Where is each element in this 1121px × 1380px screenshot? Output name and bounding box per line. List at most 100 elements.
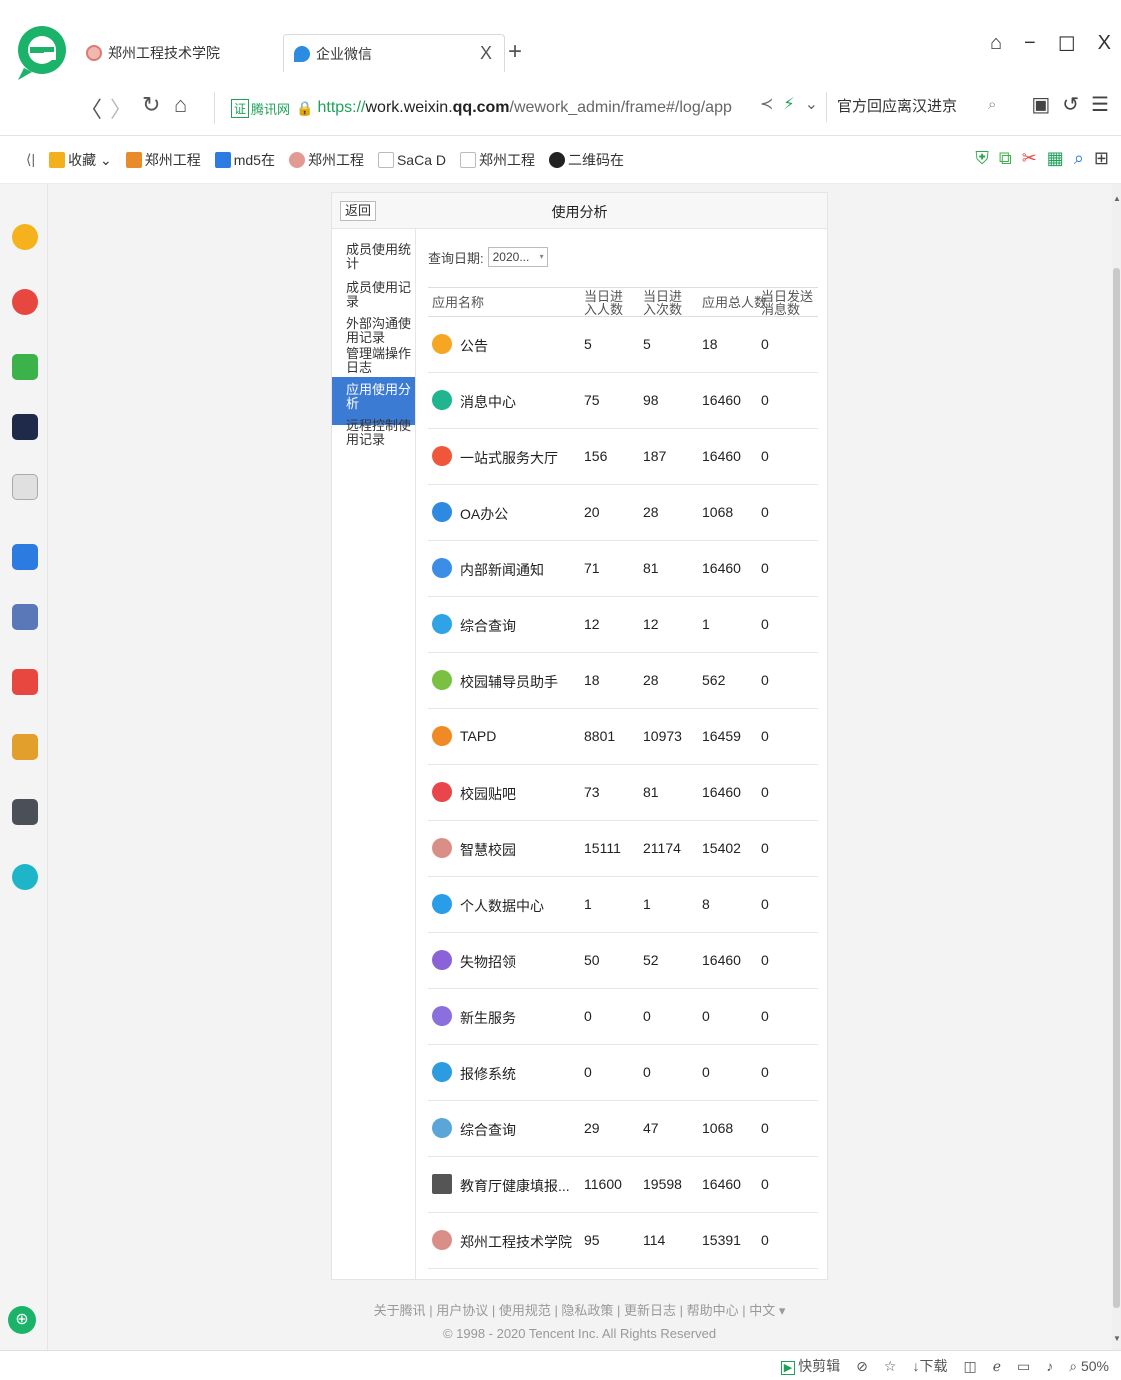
cell-total-users: 18	[702, 336, 718, 352]
table-row[interactable]: 消息中心 75 98 16460 0	[428, 373, 818, 429]
bookmark-item[interactable]: 郑州工程	[288, 150, 364, 170]
address-bar[interactable]: 证 腾讯网 🔒 https:// work.weixin. qq.com /we…	[214, 92, 824, 124]
date-select[interactable]: 2020... ▾	[487, 247, 548, 267]
download-button[interactable]: ↓下载	[912, 1356, 947, 1376]
table-row[interactable]: 报修系统 0 0 0 0	[428, 1045, 818, 1101]
bookmark-item[interactable]: 郑州工程	[125, 150, 201, 170]
table-row[interactable]: 综合查询 29 47 1068 0	[428, 1101, 818, 1157]
game-icon[interactable]: ▦	[1047, 148, 1064, 169]
scroll-up-icon[interactable]: ▲	[1113, 194, 1121, 203]
bookmark-item[interactable]: md5在	[214, 150, 275, 170]
sound-icon[interactable]: ♪	[1046, 1358, 1053, 1374]
table-row[interactable]: 校园贴吧 73 81 16460 0	[428, 765, 818, 821]
back-arrow-icon[interactable]: 〈	[80, 92, 102, 124]
lightning-icon[interactable]: ⚡	[783, 94, 794, 114]
menu-item-admin-logs[interactable]: 管理端操作日志	[332, 347, 415, 375]
search-icon[interactable]: ⌕	[1074, 148, 1084, 169]
search-input[interactable]: 官方回应离汉进京	[826, 92, 1006, 122]
share-icon[interactable]: ≺	[760, 94, 773, 114]
table-row[interactable]: 个人数据中心 1 1 8 0	[428, 877, 818, 933]
notes-icon[interactable]	[12, 544, 38, 570]
browser-service-icon[interactable]: ⊕	[8, 1306, 36, 1334]
table-row[interactable]: 公告 5 5 18 0	[428, 317, 818, 373]
favorites-star-icon[interactable]	[12, 224, 38, 250]
fast-clip-button[interactable]: ▶ 快剪辑	[780, 1356, 840, 1376]
cell-daily-messages: 0	[761, 560, 769, 576]
chevron-down-icon[interactable]: ⌄	[805, 94, 818, 114]
vertical-scrollbar[interactable]: ▲ ▼	[1112, 184, 1121, 1350]
pdf-app-icon[interactable]	[12, 864, 38, 890]
tab-close-button[interactable]: X	[480, 43, 492, 64]
tieba-icon	[432, 782, 452, 802]
hotspot-icon[interactable]: ☆	[884, 1358, 897, 1375]
video-app-icon[interactable]	[12, 669, 38, 695]
screen-icon[interactable]: ▣	[1031, 92, 1050, 117]
sidebar-toggle-icon[interactable]: ⟨|	[26, 151, 35, 168]
undo-icon[interactable]: ↺	[1062, 92, 1079, 117]
table-row[interactable]: 新生服务 0 0 0 0	[428, 989, 818, 1045]
forward-arrow-icon[interactable]: 〉	[110, 92, 132, 124]
table-row[interactable]: TAPD 8801 10973 16459 0	[428, 709, 818, 765]
cell-daily-users: 11600	[584, 1176, 622, 1192]
apps-grid-icon[interactable]: ⊞	[1094, 148, 1109, 169]
cell-daily-users: 0	[584, 1008, 592, 1024]
cell-daily-visits: 114	[643, 1232, 666, 1248]
sidebar-icon[interactable]: ◫	[963, 1358, 976, 1375]
table-row[interactable]: 郑州工程技术学院 95 114 15391 0	[428, 1213, 818, 1269]
mail-icon[interactable]	[12, 354, 38, 380]
menu-item-member-stats[interactable]: 成员使用统计	[332, 243, 415, 271]
word-doc-icon[interactable]	[12, 474, 38, 500]
reload-icon[interactable]: ↻	[142, 92, 160, 118]
cell-total-users: 8	[702, 896, 710, 912]
tab-college[interactable]: 郑州工程技术学院	[80, 34, 280, 72]
table-row[interactable]: 内部新闻通知 71 81 16460 0	[428, 541, 818, 597]
cell-daily-users: 75	[584, 392, 600, 408]
bookmark-item[interactable]: SaCa D	[377, 151, 446, 168]
bookmark-item[interactable]: 收藏 ⌄	[49, 150, 112, 170]
cert-badge[interactable]: 证	[231, 98, 250, 118]
scissors-icon[interactable]: ✂	[1022, 148, 1037, 169]
zoom-control[interactable]: ⌕ 50%	[1069, 1358, 1109, 1375]
accelerate-icon[interactable]: ⊘	[856, 1358, 868, 1375]
navigation-bar: 〈 〉 ↻ ⌂ 证 腾讯网 🔒 https:// work.weixin. qq…	[0, 80, 1121, 136]
browser-logo-icon[interactable]	[14, 22, 70, 82]
table-row[interactable]: 教育厅健康填报... 11600 19598 16460 0	[428, 1157, 818, 1213]
menu-icon[interactable]: ☰	[1091, 92, 1109, 117]
window-icon[interactable]: ▭	[1017, 1358, 1030, 1375]
counselor-icon	[432, 670, 452, 690]
table-row[interactable]: 一站式服务大厅 156 187 16460 0	[428, 429, 818, 485]
shield-icon[interactable]: ⛨	[975, 148, 989, 169]
minimize-button[interactable]: −	[1024, 32, 1036, 57]
weibo-icon[interactable]	[12, 289, 38, 315]
skin-icon[interactable]: ⌂	[990, 32, 1002, 57]
table-row[interactable]: OA办公 20 28 1068 0	[428, 485, 818, 541]
news-app-icon[interactable]	[12, 414, 38, 440]
ie-icon[interactable]: ℯ	[993, 1358, 1001, 1375]
search-icon[interactable]: ⌕	[988, 96, 996, 113]
cell-daily-users: 20	[584, 504, 600, 520]
menu-item-remote-records[interactable]: 远程控制使用记录	[332, 419, 415, 447]
menu-item-member-records[interactable]: 成员使用记录	[332, 281, 415, 309]
side-menu: 成员使用统计 成员使用记录 外部沟通使用记录 管理端操作日志 应用使用分析 远程…	[332, 229, 416, 1279]
table-row[interactable]: 失物招领 50 52 16460 0	[428, 933, 818, 989]
scrollbar-thumb[interactable]	[1113, 268, 1120, 1308]
table-row[interactable]: 智慧校园 15111 21174 15402 0	[428, 821, 818, 877]
scroll-down-icon[interactable]: ▼	[1113, 1334, 1121, 1343]
new-tab-button[interactable]: +	[508, 38, 522, 66]
game-character-icon[interactable]	[12, 604, 38, 630]
bookmark-item[interactable]: 二维码在	[549, 150, 624, 170]
menu-item-external-records[interactable]: 外部沟通使用记录	[332, 317, 415, 345]
home-icon[interactable]: ⌂	[174, 92, 187, 118]
maximize-button[interactable]: ☐	[1058, 32, 1076, 57]
table-row[interactable]: 校园辅导员助手 18 28 562 0	[428, 653, 818, 709]
cell-app-name: 失物招领	[460, 954, 516, 970]
close-button[interactable]: X	[1098, 32, 1111, 57]
bookmark-item[interactable]: 郑州工程	[460, 150, 535, 170]
tab-wework[interactable]: 企业微信 X	[283, 34, 505, 72]
cell-daily-messages: 0	[761, 504, 769, 520]
translate-icon[interactable]: ⧉	[999, 148, 1012, 169]
table-row[interactable]: 综合查询 12 12 1 0	[428, 597, 818, 653]
game-hero-icon[interactable]	[12, 734, 38, 760]
pubg-icon[interactable]	[12, 799, 38, 825]
footer-links[interactable]: 关于腾讯 | 用户协议 | 使用规范 | 隐私政策 | 更新日志 | 帮助中心 …	[331, 1300, 828, 1319]
